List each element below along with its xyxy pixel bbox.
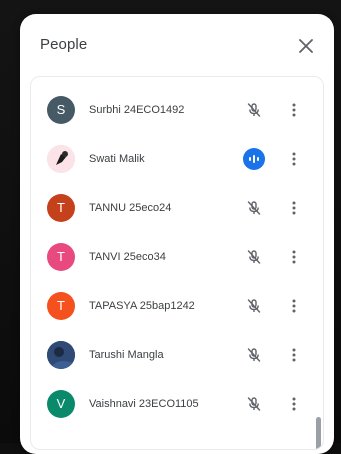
participant-row[interactable]: T TANNU 25eco24 (31, 183, 323, 232)
people-panel: People S Surbhi 24ECO1492 Swati Malik T TANN… (20, 14, 334, 454)
avatar-initial: T (57, 200, 65, 215)
participant-name: TANVI 25eco34 (89, 250, 166, 263)
avatar-initial: V (56, 396, 66, 411)
screen-background: People S Surbhi 24ECO1492 Swati Malik T TANN… (0, 0, 341, 454)
more-options-button[interactable] (285, 99, 303, 121)
participant-name: TANNU 25eco24 (89, 201, 172, 214)
avatar-initial: T (57, 298, 65, 313)
mic-off-icon (247, 298, 261, 313)
participant-row[interactable]: Tarushi Mangla (31, 330, 323, 379)
panel-title: People (40, 36, 88, 53)
more-options-button[interactable] (285, 393, 303, 415)
mic-off-icon (247, 396, 261, 411)
participant-row[interactable]: V Vaishnavi 23ECO1105 (31, 379, 323, 428)
participant-avatar: S (47, 95, 75, 124)
mic-off-icon (247, 347, 261, 362)
mic-muted-button[interactable] (243, 197, 265, 219)
panel-header: People (20, 14, 334, 78)
more-vert-icon (292, 348, 296, 361)
participant-row[interactable]: S Surbhi 24ECO1492 (31, 85, 323, 134)
participant-avatar (47, 144, 75, 173)
more-options-button[interactable] (285, 246, 303, 268)
participant-avatar: T (47, 242, 75, 271)
avatar-initial: T (57, 249, 65, 264)
mic-muted-button[interactable] (243, 99, 265, 121)
participant-list: S Surbhi 24ECO1492 Swati Malik T TANNU 25eco… (31, 85, 323, 428)
more-vert-icon (292, 201, 296, 214)
mic-off-icon (247, 200, 261, 215)
mic-muted-button[interactable] (243, 295, 265, 317)
more-options-button[interactable] (285, 344, 303, 366)
mic-muted-button[interactable] (243, 393, 265, 415)
participant-row[interactable]: T TAPASYA 25bap1242 (31, 281, 323, 330)
participant-row[interactable]: Swati Malik (31, 134, 323, 183)
participant-avatar: T (47, 193, 75, 222)
mic-muted-button[interactable] (243, 344, 265, 366)
close-icon (299, 39, 313, 53)
more-vert-icon (292, 152, 296, 165)
mic-off-icon (247, 249, 261, 264)
more-vert-icon (292, 250, 296, 263)
participant-name: Surbhi 24ECO1492 (89, 103, 185, 116)
profile-photo-icon (47, 144, 75, 173)
participant-row[interactable]: T TANVI 25eco34 (31, 232, 323, 281)
more-options-button[interactable] (285, 197, 303, 219)
more-options-button[interactable] (285, 148, 303, 170)
participant-name: TAPASYA 25bap1242 (89, 299, 195, 312)
participant-avatar (47, 340, 75, 369)
participant-name: Swati Malik (89, 152, 145, 165)
participant-list-card: S Surbhi 24ECO1492 Swati Malik T TANNU 25eco… (30, 76, 324, 450)
profile-photo-icon (47, 340, 75, 369)
mic-speaking-button[interactable] (243, 147, 265, 170)
mic-muted-button[interactable] (243, 246, 265, 268)
participant-avatar: T (47, 291, 75, 320)
more-vert-icon (292, 397, 296, 410)
close-button[interactable] (292, 32, 320, 60)
mic-off-icon (247, 102, 261, 117)
speaking-indicator-icon (243, 147, 265, 170)
scrollbar-thumb[interactable] (316, 417, 321, 449)
avatar-initial: S (56, 102, 66, 117)
more-vert-icon (292, 299, 296, 312)
participant-name: Tarushi Mangla (89, 348, 164, 361)
more-options-button[interactable] (285, 295, 303, 317)
participant-name: Vaishnavi 23ECO1105 (89, 397, 199, 410)
participant-avatar: V (47, 389, 75, 418)
more-vert-icon (292, 103, 296, 116)
